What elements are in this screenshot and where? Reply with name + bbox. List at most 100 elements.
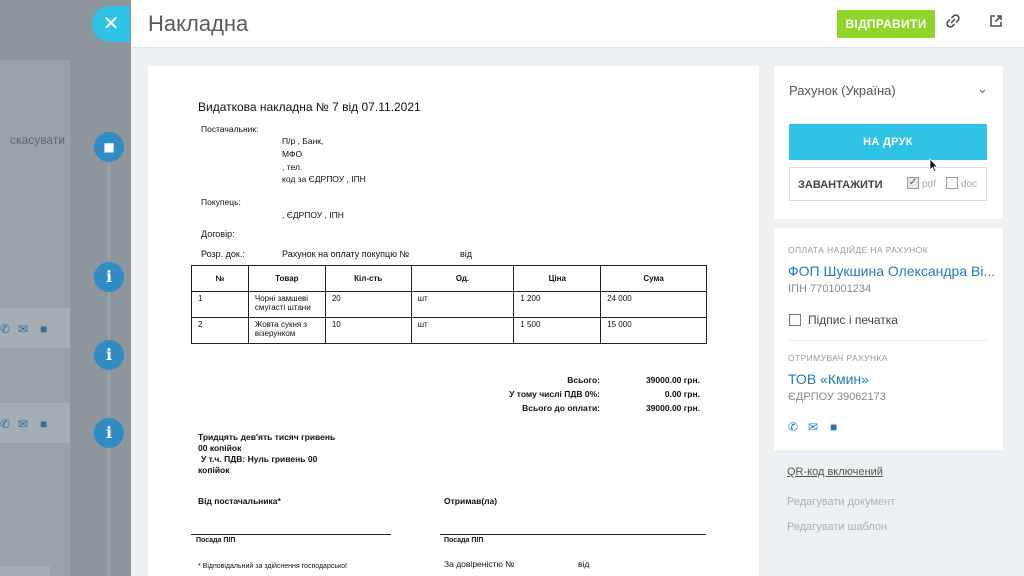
table-cell: 1 500 — [513, 317, 602, 344]
supplier-line: П/р , Банк, — [282, 136, 324, 146]
send-button[interactable]: ВІДПРАВИТИ — [837, 10, 935, 38]
vat-value: 0.00 грн. — [664, 389, 700, 399]
document-title: Видаткова накладна № 7 від 07.11.2021 — [198, 100, 421, 114]
vat-in-words: копійок — [198, 465, 230, 475]
invoice-modal: Накладна ВІДПРАВИТИ Видаткова накладна №… — [131, 0, 1024, 576]
table-cell: шт — [410, 291, 515, 318]
download-button[interactable]: ЗАВАНТАЖИТИ — [798, 179, 883, 191]
phone-icon: ✆ — [0, 322, 11, 336]
column-header: № — [191, 265, 249, 292]
chat-icon: ■ — [40, 322, 48, 336]
template-select-value: Рахунок (Україна) — [789, 83, 896, 98]
modal-header: Накладна ВІДПРАВИТИ — [131, 0, 1024, 48]
external-open-icon[interactable] — [989, 14, 1003, 33]
table-cell: 1 — [191, 291, 249, 318]
chat-icon: ■ — [40, 417, 48, 431]
background-footer — [0, 566, 50, 576]
pdf-checkbox[interactable]: ✓ — [907, 177, 919, 189]
mail-icon: ✉ — [18, 417, 29, 431]
doc-checkbox[interactable] — [946, 177, 958, 189]
download-group: ЗАВАНТАЖИТИ ✓ pdf doc — [789, 167, 987, 201]
vat-in-words: У т.ч. ПДВ: Нуль гривень 00 — [201, 454, 318, 464]
close-button[interactable]: ✕ — [92, 6, 130, 42]
footnote: * Відповідальний за здійснення господарс… — [198, 563, 347, 570]
timeline-info-icon: i — [94, 262, 124, 292]
total-value: 39000.00 грн. — [645, 375, 700, 385]
background-row: ✆ ✉ ■ — [0, 403, 70, 443]
background-app: скасувати ✆ ✉ ■ ✆ ✉ ■ ■ i i i — [0, 0, 135, 576]
supplier-line: код за ЄДРПОУ , ІПН — [282, 174, 366, 184]
table-cell: шт — [410, 317, 515, 344]
timeline-info-icon: i — [94, 418, 124, 448]
mail-icon[interactable]: ✉ — [808, 420, 818, 434]
table-header-row: № Товар Кіл-сть Од. Ціна Сума — [191, 265, 707, 292]
chevron-down-icon: ⌄ — [977, 81, 988, 96]
edit-document-link[interactable]: Редагувати документ — [787, 496, 895, 508]
qr-code-link[interactable]: QR-код включений — [787, 466, 883, 478]
recipient-name-link[interactable]: ТОВ «Кмин» — [788, 371, 869, 387]
table-row: 1 Чорні замшеві смугасті штани 20 шт 1 2… — [191, 291, 707, 318]
contract-label: Договір: — [201, 229, 235, 239]
amount-in-words: Тридцять дев'ять тисяч гривень — [198, 432, 336, 442]
amount-in-words: 00 копійок — [198, 443, 242, 453]
background-cancel-link: скасувати — [10, 133, 66, 147]
divider — [788, 340, 988, 341]
table-cell: 10 — [324, 317, 412, 344]
items-table: № Товар Кіл-сть Од. Ціна Сума 1 Чорні за… — [191, 265, 707, 344]
chat-icon[interactable]: ■ — [830, 420, 837, 434]
table-cell: 1 200 — [513, 291, 602, 318]
print-options-card: Рахунок (Україна) ⌄ НА ДРУК ЗАВАНТАЖИТИ … — [774, 66, 1003, 219]
vat-label: У тому числі ПДВ 0%: — [509, 389, 600, 399]
column-header: Сума — [600, 265, 707, 292]
supplier-label: Постачальник: — [201, 124, 259, 134]
signature-line — [191, 534, 391, 535]
timeline-info-icon: i — [94, 340, 124, 370]
column-header: Ціна — [513, 265, 602, 292]
pdf-label: pdf — [922, 179, 936, 190]
supplier-line: МФО — [282, 149, 303, 159]
column-header: Товар — [247, 265, 326, 292]
table-cell: 24 000 — [600, 291, 707, 318]
payment-details-card: ОПЛАТА НАДІЙДЕ НА РАХУНОК ФОП Шукшина Ол… — [774, 228, 1003, 450]
signature-label: Підпис і печатка — [808, 313, 898, 327]
total-label: Всього: — [567, 375, 600, 385]
table-cell: Чорні замшеві смугасті штани — [247, 291, 326, 318]
page-title: Накладна — [148, 11, 249, 36]
payee-ipn: ІПН 7701001234 — [788, 283, 872, 295]
table-cell: 2 — [191, 317, 249, 344]
background-row: ✆ ✉ ■ — [0, 308, 70, 348]
supplier-signature-label: Від постачальника* — [198, 496, 281, 506]
phone-icon[interactable]: ✆ — [788, 420, 798, 434]
due-value: 39000.00 грн. — [645, 403, 700, 413]
link-icon[interactable] — [946, 14, 960, 33]
table-cell: Жовта сукня з візерунком — [247, 317, 326, 344]
basis-value: Рахунок на оплату покупцю № — [282, 249, 410, 259]
timeline-chat-icon: ■ — [94, 132, 124, 162]
document-preview: Видаткова накладна № 7 від 07.11.2021 По… — [148, 66, 759, 576]
doc-label: doc — [961, 179, 978, 190]
payment-caption: ОПЛАТА НАДІЙДЕ НА РАХУНОК — [788, 245, 929, 255]
table-cell: 15 000 — [600, 317, 707, 344]
position-label: Посада ПІП — [196, 537, 236, 544]
proxy-label: За довіреністю № — [444, 559, 515, 569]
due-label: Всього до оплати: — [522, 403, 600, 413]
print-button[interactable]: НА ДРУК — [789, 124, 987, 160]
position-label: Посада ПІП — [444, 537, 484, 544]
column-header: Кіл-сть — [324, 265, 412, 292]
mail-icon: ✉ — [18, 322, 29, 336]
mouse-cursor — [929, 158, 939, 175]
signature-checkbox[interactable] — [789, 314, 801, 326]
table-cell: 20 — [324, 291, 412, 318]
buyer-label: Покупець: — [201, 197, 241, 207]
payee-name-link[interactable]: ФОП Шукшина Олександра Ві... — [788, 263, 998, 279]
buyer-line: , ЄДРПОУ , ІПН — [282, 210, 344, 220]
edit-template-link[interactable]: Редагувати шаблон — [787, 521, 887, 533]
receiver-signature-label: Отримав(ла) — [444, 496, 498, 506]
recipient-caption: ОТРИМУВАЧ РАХУНКА — [788, 353, 888, 363]
close-icon: ✕ — [102, 13, 120, 35]
signature-line — [440, 534, 706, 535]
proxy-date-label: від — [578, 559, 590, 569]
basis-date-label: від — [460, 249, 473, 259]
table-row: 2 Жовта сукня з візерунком 10 шт 1 500 1… — [191, 317, 707, 344]
column-header: Од. — [410, 265, 515, 292]
